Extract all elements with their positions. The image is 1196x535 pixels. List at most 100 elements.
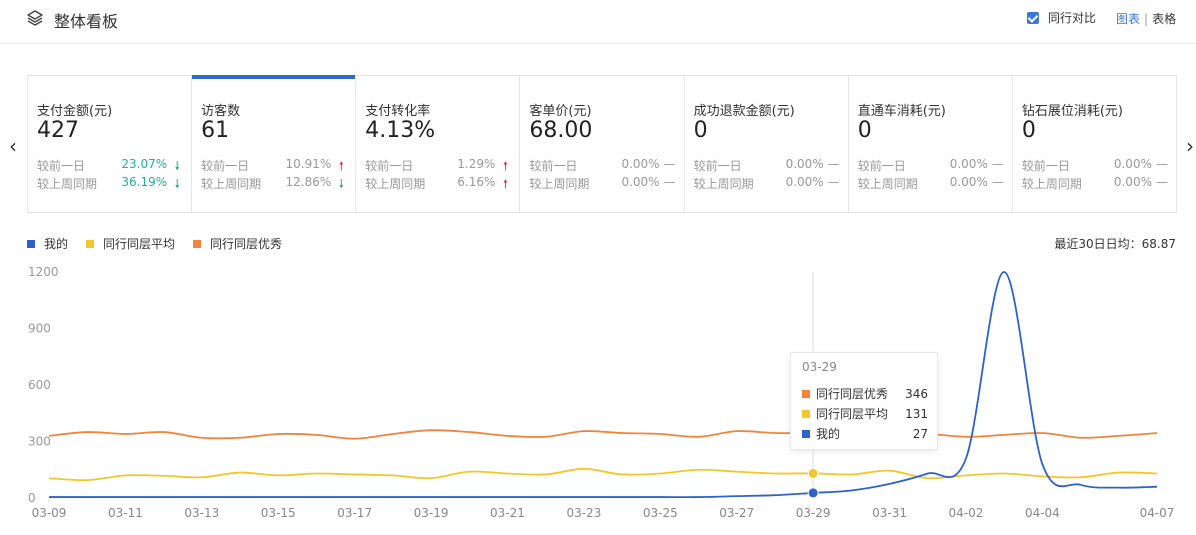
x-tick-label: 03-21 bbox=[490, 506, 525, 520]
compare-value: 36.19% bbox=[121, 175, 168, 189]
metric-card[interactable]: 支付转化率 4.13% 较前一日 1.29% 🠕 较上周同期 6.16% 🠕 bbox=[356, 76, 521, 212]
trend-up-icon: 🠕 bbox=[502, 177, 508, 191]
metric-card[interactable]: 成功退款金额(元) 0 较前一日 0.00% — 较上周同期 0.00% — bbox=[685, 76, 849, 212]
metric-card[interactable]: 直通车消耗(元) 0 较前一日 0.00% — 较上周同期 0.00% — bbox=[849, 76, 1013, 212]
compare-label: 较上周同期 bbox=[365, 177, 426, 191]
metric-week-compare: 较上周同期 36.19% 🠗 bbox=[37, 175, 183, 196]
compare-label: 较前一日 bbox=[529, 159, 578, 173]
series-line-peer-excellent bbox=[48, 429, 1158, 440]
metric-card[interactable]: 客单价(元) 68.00 较前一日 0.00% — 较上周同期 0.00% — bbox=[520, 76, 685, 212]
metric-value: 68.00 bbox=[529, 118, 593, 143]
metric-week-compare: 较上周同期 0.00% — bbox=[858, 175, 1004, 192]
legend-label: 我的 bbox=[44, 237, 69, 251]
next-arrow-icon[interactable]: › bbox=[1183, 134, 1196, 158]
metric-value: 0 bbox=[1021, 118, 1036, 143]
page-title: 整体看板 bbox=[54, 12, 119, 31]
tooltip-swatch bbox=[802, 429, 810, 438]
view-switch: 图表 | 表格 bbox=[1116, 10, 1176, 27]
x-tick-label: 03-27 bbox=[719, 506, 754, 520]
x-tick-label: 03-25 bbox=[643, 506, 678, 520]
x-tick-label: 03-31 bbox=[872, 506, 907, 520]
compare-value: 0.00% bbox=[949, 157, 988, 171]
metric-week-compare: 较上周同期 12.86% 🠗 bbox=[201, 175, 347, 196]
metric-label: 成功退款金额(元) bbox=[693, 104, 795, 119]
compare-label: 较上周同期 bbox=[37, 177, 98, 191]
metric-week-compare: 较上周同期 0.00% — bbox=[694, 175, 840, 192]
legend-swatch bbox=[27, 239, 35, 248]
legend-label: 同行同层优秀 bbox=[210, 237, 283, 251]
metric-value: 0 bbox=[857, 118, 872, 143]
checkbox-checked-icon[interactable] bbox=[1027, 11, 1039, 24]
compare-label: 较上周同期 bbox=[1021, 177, 1082, 191]
y-tick-label: 0 bbox=[28, 491, 36, 505]
trend-flat-icon: — bbox=[1155, 157, 1168, 171]
tooltip-row: 我的 27 bbox=[802, 425, 928, 442]
x-tick-label: 03-15 bbox=[261, 506, 296, 520]
tooltip-row: 同行同层优秀 346 bbox=[802, 385, 928, 402]
compare-label: 较前一日 bbox=[857, 159, 906, 173]
x-tick-label: 03-13 bbox=[184, 506, 219, 520]
metric-label: 客单价(元) bbox=[529, 104, 592, 119]
series-line-mine bbox=[49, 271, 1158, 499]
metric-value: 61 bbox=[201, 118, 230, 143]
metric-week-compare: 较上周同期 6.16% 🠕 bbox=[365, 175, 511, 196]
y-tick-label: 900 bbox=[28, 322, 51, 336]
prev-arrow-icon[interactable]: ‹ bbox=[6, 134, 20, 158]
legend-item-peer-excellent[interactable]: 同行同层优秀 bbox=[193, 235, 282, 252]
compare-value: 6.16% bbox=[457, 175, 496, 189]
metric-value: 427 bbox=[37, 118, 79, 143]
trend-down-icon: 🠗 bbox=[174, 177, 180, 191]
peer-compare-toggle[interactable]: 同行对比 bbox=[1027, 9, 1096, 26]
metric-label: 访客数 bbox=[201, 104, 241, 119]
metric-week-compare: 较上周同期 0.00% — bbox=[1022, 175, 1168, 192]
tooltip-date: 03-29 bbox=[802, 360, 837, 374]
dashboard-header: 整体看板 同行对比 图表 | 表格 bbox=[0, 0, 1196, 44]
metric-card[interactable]: 支付金额(元) 427 较前一日 23.07% 🠗 较上周同期 36.19% 🠗 bbox=[28, 76, 193, 212]
tooltip-row: 同行同层平均 131 bbox=[802, 405, 928, 422]
compare-value: 0.00% bbox=[785, 175, 824, 189]
x-tick-label: 03-29 bbox=[796, 506, 831, 520]
trend-flat-icon: — bbox=[991, 175, 1004, 189]
trend-flat-icon: — bbox=[663, 157, 676, 171]
compare-value: 12.86% bbox=[285, 175, 332, 189]
metric-card[interactable]: 访客数 61 较前一日 10.91% 🠕 较上周同期 12.86% 🠗 bbox=[192, 75, 357, 212]
highlight-point-peer-average bbox=[807, 467, 819, 479]
metric-label: 支付金额(元) bbox=[37, 104, 113, 119]
series-line-peer-average bbox=[48, 467, 1158, 482]
metric-day-compare: 较前一日 0.00% — bbox=[694, 157, 840, 174]
y-tick-label: 1200 bbox=[28, 265, 59, 279]
metric-label: 支付转化率 bbox=[365, 104, 431, 119]
x-tick-label: 03-17 bbox=[337, 506, 372, 520]
tooltip-series-value: 346 bbox=[905, 386, 928, 401]
view-chart-link[interactable]: 图表 bbox=[1116, 12, 1140, 26]
compare-label: 较上周同期 bbox=[857, 177, 918, 191]
legend-swatch bbox=[86, 239, 95, 248]
tooltip-swatch bbox=[802, 409, 810, 418]
trend-flat-icon: — bbox=[827, 175, 840, 189]
x-tick-label: 04-04 bbox=[1025, 506, 1060, 520]
compare-value: 0.00% bbox=[621, 157, 660, 171]
legend-swatch bbox=[193, 239, 202, 248]
compare-value: 0.00% bbox=[1113, 175, 1152, 189]
trend-line-chart[interactable]: 1200 900 600 300 003-09 03-11 03-13 03-15 03-17 0… bbox=[0, 255, 1196, 535]
highlight-point-mine bbox=[807, 487, 819, 499]
metric-card[interactable]: 钻石展位消耗(元) 0 较前一日 0.00% — 较上周同期 0.00% — bbox=[1013, 76, 1176, 212]
x-tick-label: 04-02 bbox=[949, 506, 984, 520]
tooltip-series-name: 同行同层平均 bbox=[816, 407, 889, 421]
peer-compare-label: 同行对比 bbox=[1048, 11, 1097, 25]
legend-item-peer-average[interactable]: 同行同层平均 bbox=[86, 235, 175, 252]
tooltip-series-value: 131 bbox=[905, 406, 928, 421]
compare-value: 0.00% bbox=[785, 157, 824, 171]
metric-label: 直通车消耗(元) bbox=[857, 104, 946, 119]
compare-value: 0.00% bbox=[621, 175, 660, 189]
trend-flat-icon: — bbox=[827, 157, 840, 171]
x-tick-label: 04-07 bbox=[1140, 506, 1175, 520]
view-table-link[interactable]: 表格 bbox=[1152, 12, 1176, 26]
legend-item-mine[interactable]: 我的 bbox=[27, 235, 68, 252]
tooltip-swatch bbox=[802, 389, 810, 398]
chart-legend: 我的 同行同层平均 同行同层优秀 bbox=[27, 235, 300, 252]
trend-flat-icon: — bbox=[1155, 175, 1168, 189]
trend-flat-icon: — bbox=[991, 157, 1004, 171]
trend-down-icon: 🠗 bbox=[338, 177, 344, 191]
metric-day-compare: 较前一日 0.00% — bbox=[529, 157, 675, 174]
